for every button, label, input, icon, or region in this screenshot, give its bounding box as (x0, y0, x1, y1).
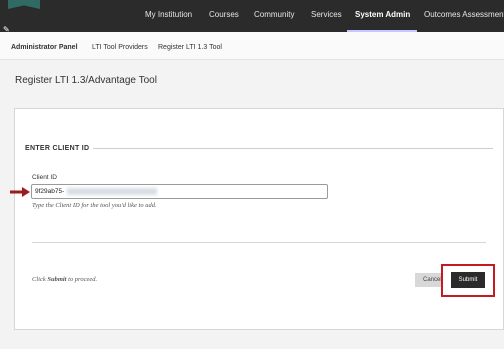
form-divider (32, 242, 486, 243)
nav-community[interactable]: Community (254, 0, 294, 32)
nav-services[interactable]: Services (311, 0, 342, 32)
nav-courses[interactable]: Courses (209, 0, 239, 32)
redacted-client-id (67, 188, 157, 195)
proceed-instruction: Click Submit to proceed. (32, 276, 97, 283)
nav-outcomes-assessment[interactable]: Outcomes Assessment (424, 0, 504, 32)
breadcrumb: Administrator Panel LTI Tool Providers R… (0, 32, 504, 60)
section-title: ENTER CLIENT ID (25, 145, 90, 152)
top-navigation: My Institution Courses Community Service… (0, 0, 504, 34)
institution-logo[interactable] (8, 0, 40, 9)
arrow-right-icon (10, 187, 30, 197)
nav-my-institution[interactable]: My Institution (145, 0, 192, 32)
proceed-suffix: to proceed. (66, 276, 98, 283)
client-id-help-text: Type the Client ID for the tool you'd li… (32, 202, 157, 209)
nav-system-admin[interactable]: System Admin (355, 0, 410, 32)
form-panel (14, 108, 504, 330)
page-title: Register LTI 1.3/Advantage Tool (15, 75, 157, 86)
section-divider (93, 148, 493, 149)
proceed-prefix: Click (32, 276, 48, 283)
submit-highlight-box (441, 264, 495, 297)
client-id-label: Client ID (32, 174, 57, 181)
proceed-bold: Submit (47, 276, 67, 283)
cancel-button[interactable]: Cancel (415, 273, 443, 287)
